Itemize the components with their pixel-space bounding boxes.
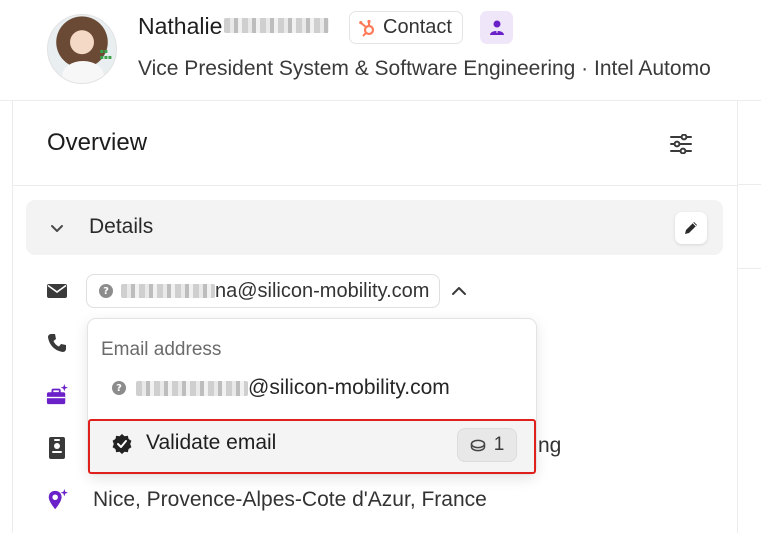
email-dropdown-heading: Email address <box>101 339 222 360</box>
contact-type-label: Contact <box>383 16 452 38</box>
coin-icon <box>470 439 485 451</box>
overview-title: Overview <box>47 129 148 156</box>
verified-badge-icon <box>112 434 132 454</box>
email-option[interactable]: ? @silicon-mobility.com <box>112 376 450 400</box>
left-divider <box>12 100 13 533</box>
redacted-email-prefix <box>121 284 215 298</box>
chevron-down-icon[interactable] <box>48 219 66 237</box>
contact-name: Nathalie <box>138 13 330 40</box>
email-visible-suffix: na@silicon-mobility.com <box>215 279 430 302</box>
validate-email-label: Validate email <box>146 431 277 454</box>
avatar-shirt <box>62 61 104 83</box>
email-option-suffix: @silicon-mobility.com <box>248 376 450 399</box>
contact-first-name: Nathalie <box>138 13 223 39</box>
pencil-icon <box>685 222 697 234</box>
header-divider <box>0 100 761 101</box>
filter-sliders-icon <box>670 134 692 154</box>
right-panel-divider-1 <box>738 184 761 185</box>
job-title-partial: ng <box>538 434 562 457</box>
customize-fields-button[interactable] <box>665 128 697 160</box>
chevron-up-icon[interactable] <box>449 281 469 301</box>
edit-details-button[interactable] <box>675 212 707 244</box>
question-icon: ? <box>99 284 113 298</box>
redacted-email-prefix <box>136 380 248 396</box>
job-title-company: Vice President System & Software Enginee… <box>138 57 711 80</box>
contact-type-badge[interactable]: Contact <box>349 11 463 44</box>
hubspot-icon <box>359 19 375 37</box>
briefcase-sparkle-icon <box>46 384 68 406</box>
credit-count: 1 <box>493 434 505 455</box>
credit-cost-badge: 1 <box>457 428 517 462</box>
redacted-last-name <box>224 18 330 34</box>
location-pin-icon <box>46 489 68 511</box>
question-icon: ? <box>112 381 126 395</box>
owner-badge[interactable] <box>480 11 513 44</box>
details-section-label: Details <box>89 215 154 238</box>
avatar: ▪▪ ▪▪▪ <box>47 14 117 84</box>
phone-icon <box>46 332 68 354</box>
right-divider <box>737 100 738 533</box>
email-field[interactable]: ? na@silicon-mobility.com <box>86 274 441 308</box>
person-icon <box>489 20 504 35</box>
right-panel-divider-2 <box>738 268 761 269</box>
overview-divider <box>12 185 737 186</box>
id-card-icon <box>46 437 68 459</box>
location-value: Nice, Provence-Alpes-Cote d'Azur, France <box>93 488 487 511</box>
avatar-logo: ▪▪ ▪▪▪ <box>99 48 112 61</box>
envelope-icon <box>46 280 68 302</box>
